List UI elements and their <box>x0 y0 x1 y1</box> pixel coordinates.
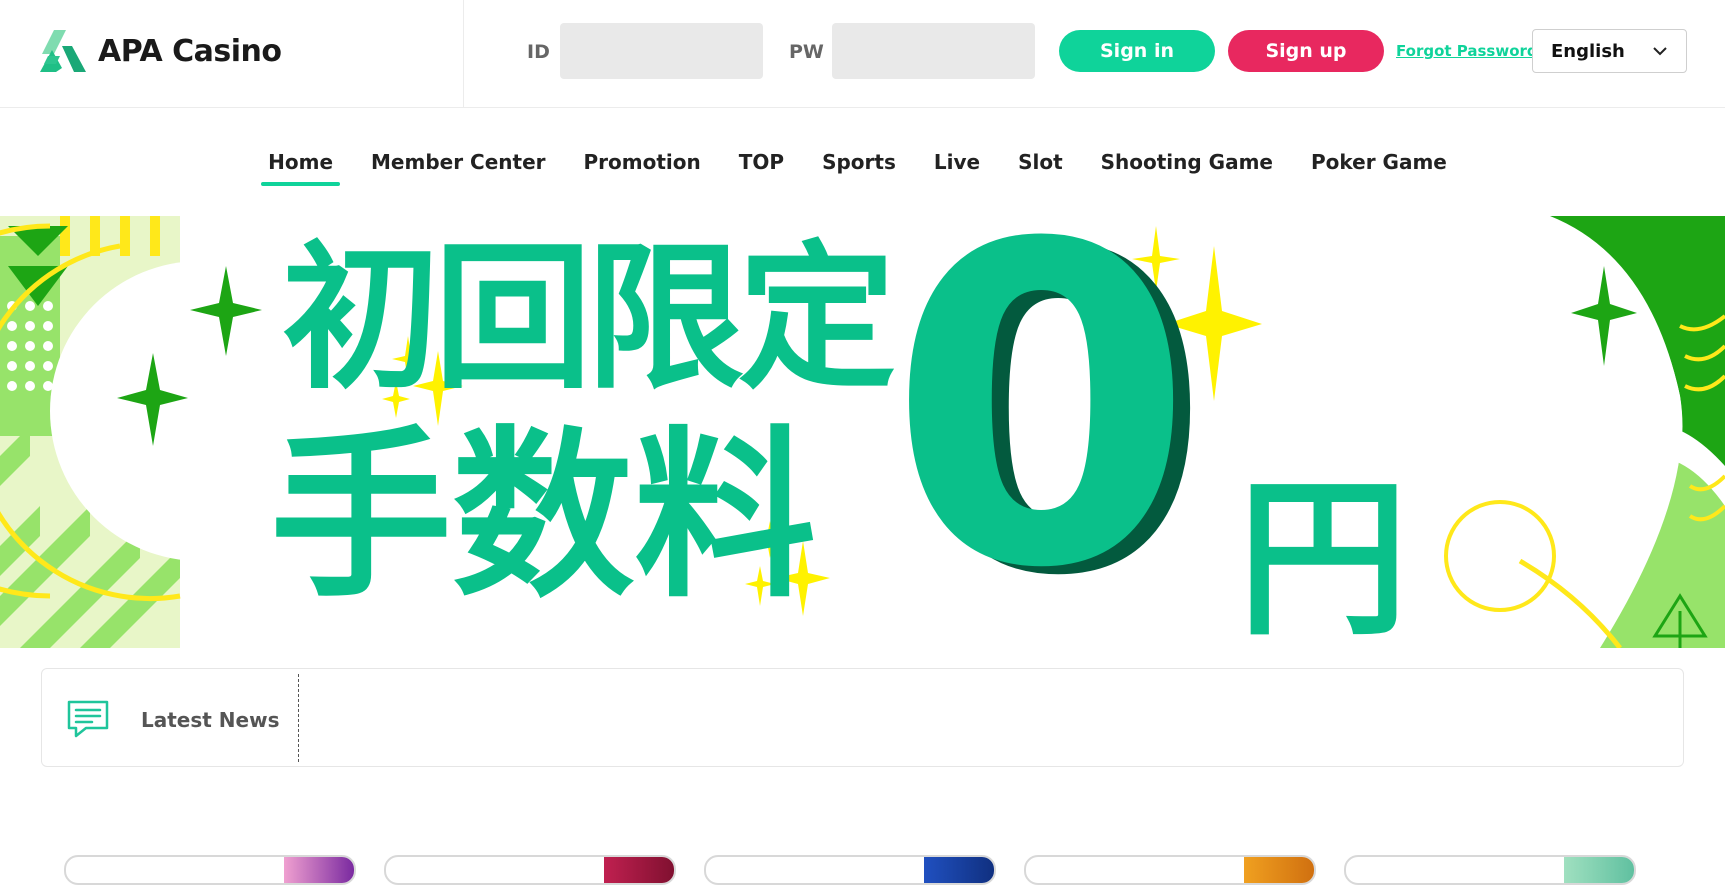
game-card[interactable] <box>1024 855 1316 885</box>
banner-currency: 円 <box>1238 461 1409 648</box>
latest-news-label: Latest News <box>141 708 280 732</box>
pw-label: PW <box>789 41 824 63</box>
password-input[interactable] <box>832 23 1035 79</box>
game-card[interactable] <box>704 855 996 885</box>
chevron-down-icon <box>1653 47 1667 56</box>
site-header: APA Casino ID PW Sign in Sign up Forgot … <box>0 0 1725 108</box>
nav-item-promotion[interactable]: Promotion <box>565 108 720 216</box>
nav-list: Home Member Center Promotion TOP Sports Live S… <box>249 108 1466 216</box>
banner-amount: 0 <box>888 216 1195 648</box>
game-card[interactable] <box>384 855 676 885</box>
game-card[interactable] <box>64 855 356 885</box>
nav-item-shooting-game[interactable]: Shooting Game <box>1082 108 1292 216</box>
nav-item-top[interactable]: TOP <box>720 108 803 216</box>
id-label: ID <box>527 41 550 63</box>
nav-item-slot[interactable]: Slot <box>999 108 1082 216</box>
language-value: English <box>1551 40 1625 62</box>
language-select[interactable]: English <box>1532 29 1687 73</box>
carousel-dot[interactable] <box>868 626 876 634</box>
promo-banner[interactable]: 初回限定 手数料 0 0 円 <box>0 216 1725 648</box>
carousel-dots <box>842 626 876 634</box>
logo-text: APA Casino <box>98 33 282 69</box>
chat-lines-icon <box>67 700 109 738</box>
banner-headline-line2: 手数料 <box>270 410 816 622</box>
nav-item-home[interactable]: Home <box>249 108 352 216</box>
game-cards-row <box>0 855 1725 885</box>
nav-item-member-center[interactable]: Member Center <box>352 108 564 216</box>
main-nav: Home Member Center Promotion TOP Sports Live S… <box>0 108 1725 216</box>
game-card[interactable] <box>1344 855 1636 885</box>
nav-item-sports[interactable]: Sports <box>803 108 915 216</box>
latest-news-bar[interactable]: Latest News <box>41 668 1684 767</box>
nav-item-poker-game[interactable]: Poker Game <box>1292 108 1466 216</box>
forgot-password-link[interactable]: Forgot Password <box>1396 42 1538 60</box>
sign-up-button[interactable]: Sign up <box>1228 30 1384 72</box>
id-input[interactable] <box>560 23 763 79</box>
banner-headline-line1: 初回限定 <box>282 227 896 411</box>
logo-mark-icon <box>40 30 86 72</box>
site-logo[interactable]: APA Casino <box>38 28 282 74</box>
nav-item-live[interactable]: Live <box>915 108 999 216</box>
header-divider <box>463 0 464 108</box>
news-divider <box>298 674 299 762</box>
sign-in-button[interactable]: Sign in <box>1059 30 1215 72</box>
carousel-dot[interactable] <box>842 626 850 634</box>
